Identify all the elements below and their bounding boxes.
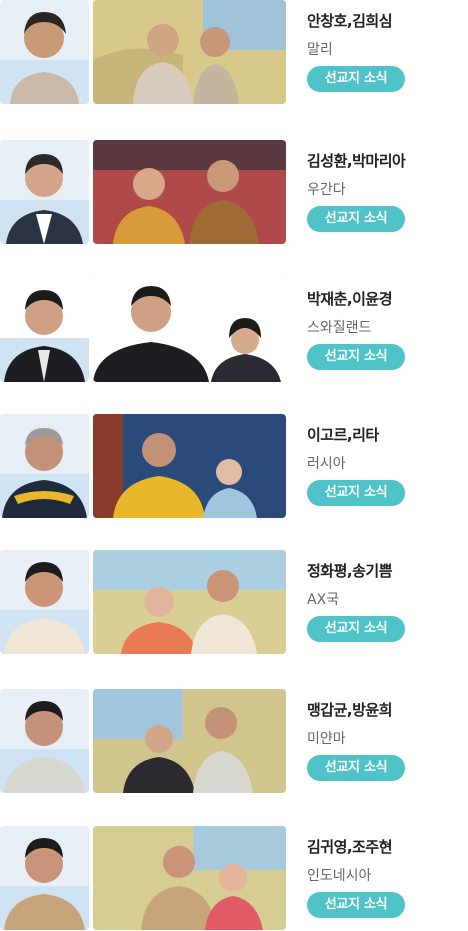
- missionary-name: 김성환,박마리아: [307, 152, 406, 170]
- missionary-card: 김성환,박마리아 우간다 선교지 소식: [0, 140, 468, 244]
- missionary-country: 우간다: [307, 182, 346, 198]
- missionary-card: 안창호,김희심 말리 선교지 소식: [0, 0, 468, 104]
- missionary-portrait[interactable]: [0, 826, 89, 930]
- mission-news-button[interactable]: 선교지 소식: [307, 480, 405, 506]
- mission-news-button[interactable]: 선교지 소식: [307, 892, 405, 918]
- missionary-card: 박재춘,이윤경 스와질랜드 선교지 소식: [0, 278, 468, 382]
- missionary-photo[interactable]: [93, 414, 286, 518]
- missionary-name: 안창호,김희심: [307, 12, 393, 30]
- missionary-name: 이고르,리타: [307, 426, 379, 444]
- missionary-photo[interactable]: [93, 0, 286, 104]
- missionary-portrait[interactable]: [0, 689, 89, 793]
- missionary-portrait[interactable]: [0, 414, 89, 518]
- missionary-name: 맹갑균,방윤희: [307, 701, 393, 719]
- missionary-photo[interactable]: [93, 826, 286, 930]
- missionary-portrait[interactable]: [0, 550, 89, 654]
- missionary-country: 미얀마: [307, 731, 346, 747]
- mission-news-button[interactable]: 선교지 소식: [307, 66, 405, 92]
- missionary-photo[interactable]: [93, 550, 286, 654]
- missionary-country: 인도네시아: [307, 868, 372, 884]
- mission-news-button[interactable]: 선교지 소식: [307, 344, 405, 370]
- mission-news-button[interactable]: 선교지 소식: [307, 616, 405, 642]
- missionary-country: AX국: [307, 592, 340, 608]
- missionary-card: 맹갑균,방윤희 미얀마 선교지 소식: [0, 689, 468, 793]
- missionary-portrait[interactable]: [0, 278, 89, 382]
- missionary-country: 러시아: [307, 456, 346, 472]
- missionary-portrait[interactable]: [0, 0, 89, 104]
- missionary-card: 이고르,리타 러시아 선교지 소식: [0, 414, 468, 518]
- missionary-name: 김귀영,조주현: [307, 838, 393, 856]
- mission-news-button[interactable]: 선교지 소식: [307, 206, 405, 232]
- mission-news-button[interactable]: 선교지 소식: [307, 755, 405, 781]
- missionary-country: 말리: [307, 42, 333, 58]
- missionary-photo[interactable]: [93, 140, 286, 244]
- missionary-name: 박재춘,이윤경: [307, 290, 393, 308]
- missionary-card: 정화평,송기쁨 AX국 선교지 소식: [0, 550, 468, 654]
- missionary-portrait[interactable]: [0, 140, 89, 244]
- missionary-photo[interactable]: [93, 689, 286, 793]
- missionary-photo[interactable]: [93, 278, 286, 382]
- missionary-country: 스와질랜드: [307, 320, 372, 336]
- missionary-name: 정화평,송기쁨: [307, 562, 393, 580]
- missionary-card: 김귀영,조주현 인도네시아 선교지 소식: [0, 826, 468, 930]
